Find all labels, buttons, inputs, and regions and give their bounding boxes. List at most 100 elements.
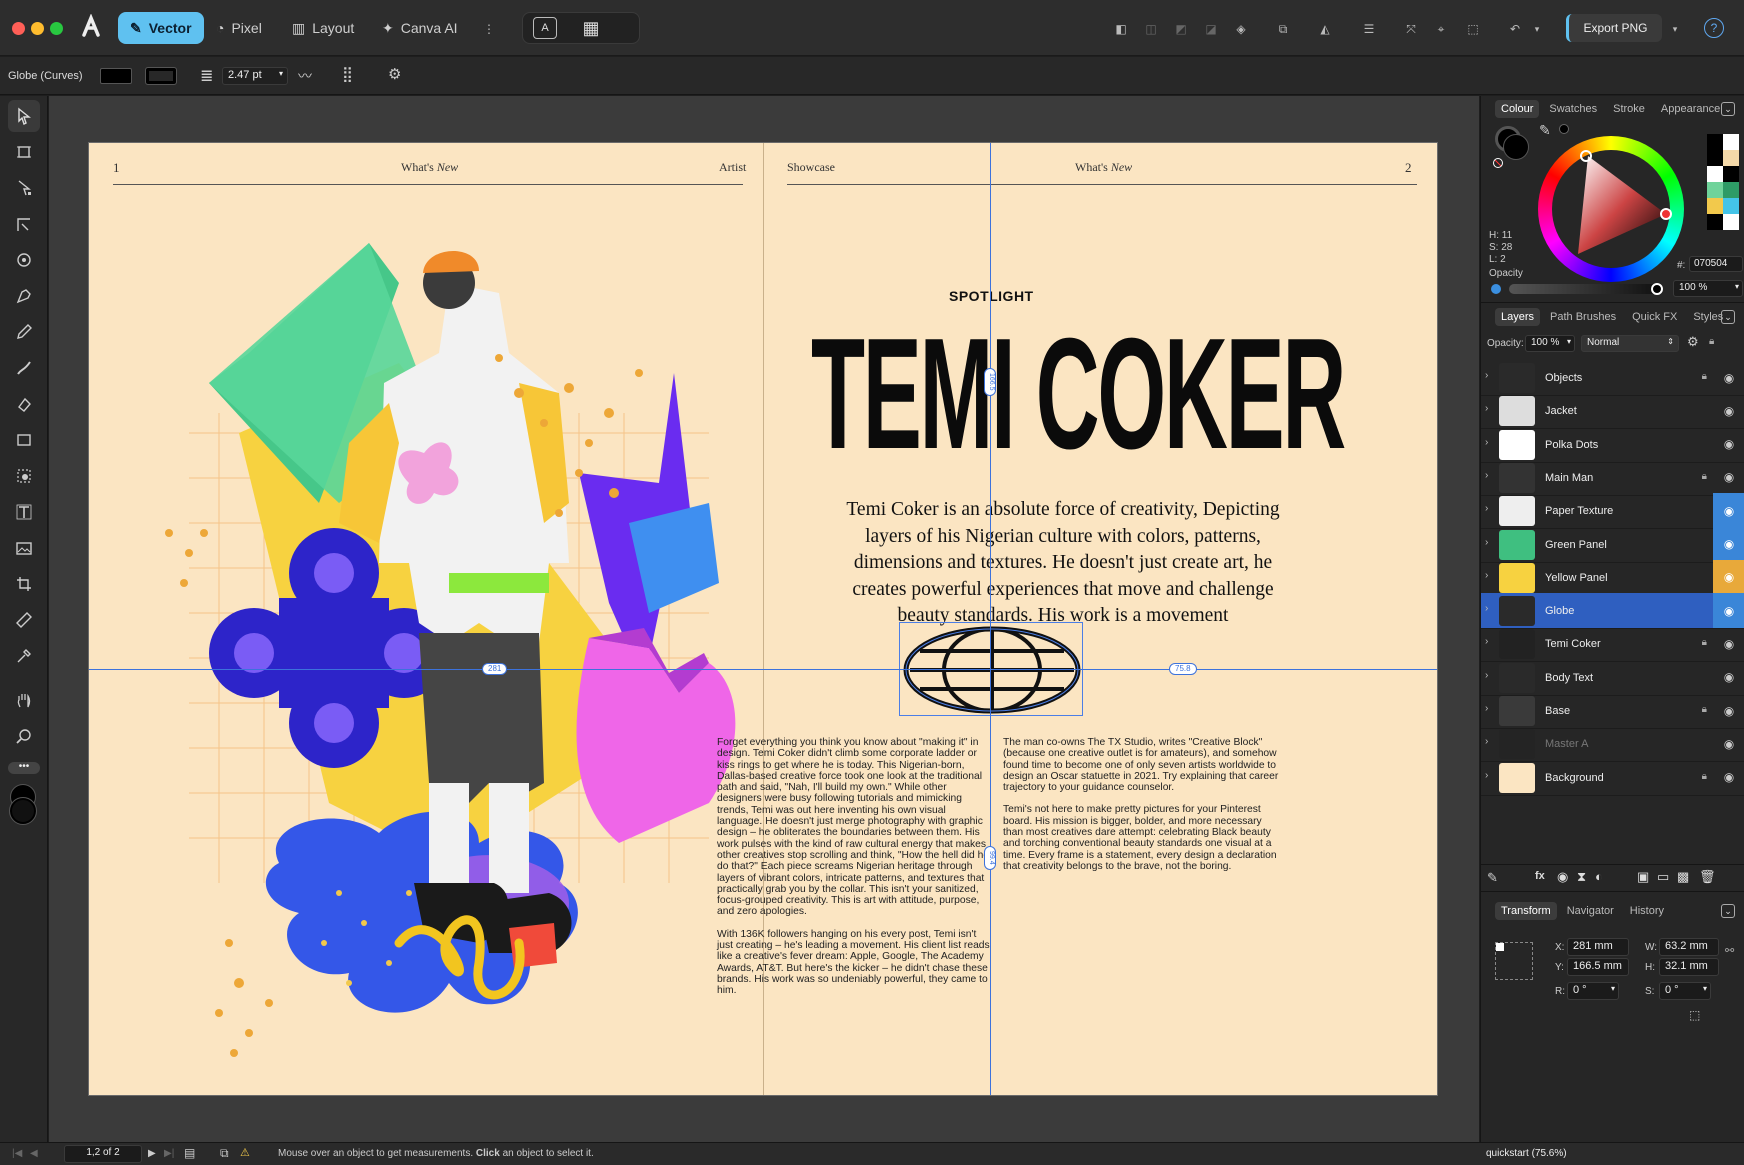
layer-row-master-a[interactable]: › Master A ◉	[1481, 726, 1744, 763]
persona-vector-button[interactable]: ✎ Vector	[118, 12, 204, 44]
globe-icon[interactable]	[900, 623, 1084, 717]
pressure-icon[interactable]: 〰	[298, 66, 312, 86]
tab-appearance[interactable]: Appearance	[1655, 100, 1726, 118]
previous-page-icon[interactable]: ◀	[30, 1148, 38, 1159]
expand-chevron-icon[interactable]: ›	[1485, 437, 1488, 448]
mask-icon[interactable]: ◉	[1557, 869, 1568, 885]
fx-icon[interactable]: fx	[1535, 870, 1545, 882]
shape-builder-tool-icon[interactable]	[8, 460, 40, 492]
expand-chevron-icon[interactable]: ›	[1485, 537, 1488, 548]
layers-panel-menu-icon[interactable]: ⌄	[1721, 310, 1735, 324]
move-tool-icon[interactable]	[8, 100, 40, 132]
layer-row-jacket[interactable]: › Jacket ◉	[1481, 393, 1744, 430]
next-page-icon[interactable]: ▶	[148, 1148, 156, 1159]
artwork-illustration[interactable]	[149, 243, 809, 1093]
layer-row-background[interactable]: › Background 🔒︎ ◉	[1481, 760, 1744, 796]
expand-chevron-icon[interactable]: ›	[1485, 503, 1488, 514]
vector-brush-tool-icon[interactable]	[8, 352, 40, 384]
tab-history[interactable]: History	[1624, 902, 1670, 920]
visibility-eye-icon[interactable]: ◉	[1713, 626, 1744, 661]
artboard-tool-icon[interactable]	[8, 136, 40, 168]
stroke-width-field[interactable]: 2.47 pt ▾	[222, 67, 288, 85]
visibility-eye-icon[interactable]: ◉	[1713, 726, 1744, 761]
opacity-field[interactable]: 100 % ▾	[1673, 280, 1743, 297]
grid-icon[interactable]: ▦	[579, 17, 603, 39]
visibility-eye-icon[interactable]: ◉	[1713, 660, 1744, 695]
layer-row-main-man[interactable]: › Main Man 🔒︎ ◉	[1481, 460, 1744, 496]
insert-shape-icon[interactable]: ◧	[1110, 18, 1132, 40]
h-field[interactable]: 32.1 mm	[1659, 958, 1719, 976]
expand-chevron-icon[interactable]: ›	[1485, 603, 1488, 614]
tab-stroke[interactable]: Stroke	[1607, 100, 1651, 118]
swatch[interactable]	[1723, 198, 1739, 214]
node-tool-icon[interactable]	[8, 172, 40, 204]
persona-pixel-button[interactable]: ◔ Pixel	[204, 12, 274, 44]
rectangle-tool-icon[interactable]	[8, 424, 40, 456]
layer-row-globe[interactable]: › Globe ◉	[1481, 593, 1744, 630]
bounding-box-icon[interactable]: ⬚	[1462, 18, 1484, 40]
no-color-icon[interactable]	[1493, 158, 1503, 168]
checker-layer-icon[interactable]: ▩	[1677, 869, 1689, 885]
layer-opacity-field[interactable]: 100 % ▾	[1525, 335, 1575, 352]
align-icon[interactable]: ☰	[1358, 18, 1380, 40]
boolean-intersect-icon[interactable]: ◪	[1200, 18, 1222, 40]
arrange-icon[interactable]: ⧉	[1272, 18, 1294, 40]
undo-icon[interactable]: ↶	[1504, 18, 1526, 40]
hourglass-icon[interactable]: ⧗	[1577, 869, 1586, 885]
visibility-eye-icon[interactable]: ◉	[1713, 360, 1744, 395]
colour-stroke-well[interactable]	[1503, 134, 1529, 160]
boolean-subtract-icon[interactable]: ◩	[1170, 18, 1192, 40]
more-options-icon[interactable]: ⋮	[478, 18, 500, 40]
hex-field[interactable]: 070504	[1689, 256, 1743, 272]
persona-layout-button[interactable]: ▥ Layout	[280, 12, 366, 44]
adjustment-icon[interactable]: ◐	[1595, 869, 1603, 884]
visibility-eye-icon[interactable]: ◉	[1713, 559, 1744, 595]
visibility-eye-icon[interactable]: ◉	[1713, 526, 1744, 562]
pen-tool-icon[interactable]	[8, 280, 40, 312]
transform-origin-icon[interactable]: ⬚	[1689, 1008, 1700, 1022]
visibility-eye-icon[interactable]: ◉	[1713, 427, 1744, 462]
lock-icon[interactable]: 🔒︎	[1702, 371, 1707, 382]
export-png-button[interactable]: Export PNG	[1566, 14, 1662, 42]
visibility-eye-icon[interactable]: ◉	[1713, 760, 1744, 795]
blend-mode-select[interactable]: Normal ⇕	[1581, 335, 1679, 352]
fill-swatch[interactable]	[100, 68, 132, 84]
hand-tool-icon[interactable]	[8, 684, 40, 716]
warning-icon[interactable]: ⚠	[240, 1146, 250, 1159]
tab-transform[interactable]: Transform	[1495, 902, 1557, 920]
layer-settings-gear-icon[interactable]: ⚙	[1687, 334, 1699, 350]
swatch[interactable]	[1707, 198, 1723, 214]
boolean-add-icon[interactable]: ◫	[1140, 18, 1162, 40]
new-pixel-layer-icon[interactable]: ▣	[1637, 869, 1649, 885]
expand-chevron-icon[interactable]: ›	[1485, 636, 1488, 647]
more-tools-icon[interactable]: •••	[8, 762, 40, 774]
swatch[interactable]	[1723, 166, 1739, 182]
layer-row-polka-dots[interactable]: › Polka Dots ◉	[1481, 427, 1744, 463]
layer-lock-toggle-icon[interactable]: 🔒︎	[1709, 336, 1714, 347]
settings-gear-icon[interactable]: ⚙	[388, 65, 401, 83]
layer-row-temi-coker[interactable]: › Temi Coker 🔒︎ ◉	[1481, 626, 1744, 663]
x-field[interactable]: 281 mm	[1567, 938, 1629, 956]
swatch[interactable]	[1707, 134, 1723, 150]
layer-row-body-text[interactable]: › Body Text ◉	[1481, 660, 1744, 696]
page-indicator[interactable]: 1,2 of 2	[64, 1145, 142, 1163]
expand-chevron-icon[interactable]: ›	[1485, 370, 1488, 381]
expand-chevron-icon[interactable]: ›	[1485, 770, 1488, 781]
rotation-field[interactable]: 0 ° ▾	[1567, 982, 1619, 1000]
layer-row-green-panel[interactable]: › Green Panel ◉	[1481, 526, 1744, 563]
artistic-text-tool-icon[interactable]	[8, 496, 40, 528]
close-window-button[interactable]	[12, 22, 25, 35]
document-spread[interactable]: 1 What's New Artist Showcase What's New …	[88, 142, 1438, 1096]
image-tool-icon[interactable]	[8, 532, 40, 564]
swatch[interactable]	[1707, 214, 1723, 230]
shear-field[interactable]: 0 ° ▾	[1659, 982, 1711, 1000]
stroke-swatch[interactable]	[145, 67, 177, 85]
point-transform-tool-icon[interactable]	[8, 244, 40, 276]
layer-row-paper-texture[interactable]: › Paper Texture ◉	[1481, 493, 1744, 530]
boolean-divide-icon[interactable]: ◈	[1230, 18, 1252, 40]
swatch[interactable]	[1723, 134, 1739, 150]
expand-chevron-icon[interactable]: ›	[1485, 570, 1488, 581]
crop-tool-icon[interactable]	[8, 568, 40, 600]
tab-path-brushes[interactable]: Path Brushes	[1544, 308, 1622, 326]
layer-row-objects[interactable]: › Objects 🔒︎ ◉	[1481, 360, 1744, 396]
